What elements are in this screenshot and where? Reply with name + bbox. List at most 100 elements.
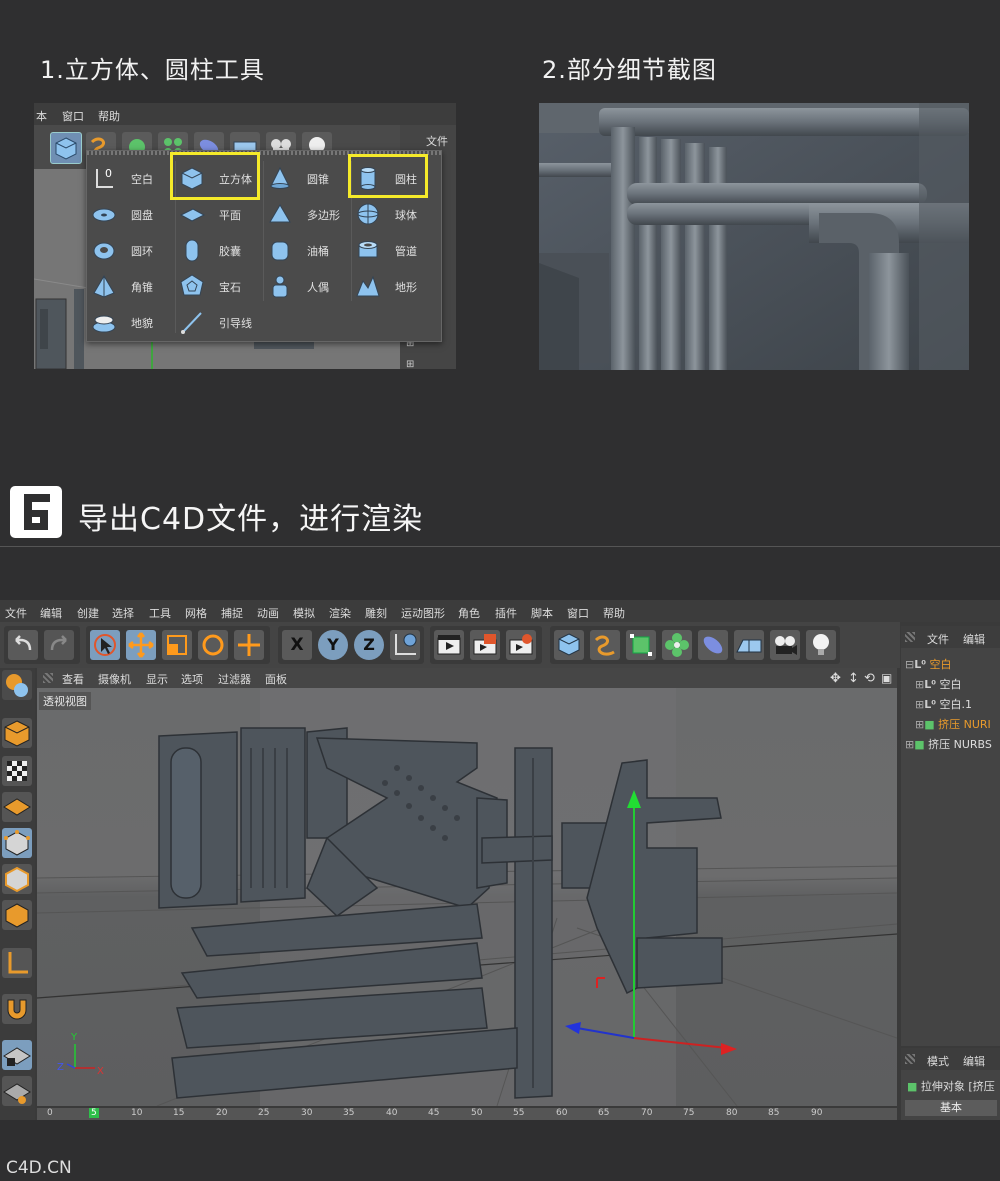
object-row[interactable]: ⊞L⁰ 空白.1 [915, 696, 972, 712]
scale-tool-icon[interactable] [162, 630, 192, 660]
menu-mograph[interactable]: 运动图形 [401, 605, 445, 621]
point-mode-icon[interactable] [2, 828, 32, 858]
panel-grip-icon[interactable] [905, 632, 915, 642]
menu-item-null[interactable]: 0 空白 [89, 161, 177, 195]
tree-expand-icon[interactable]: ⊞ [905, 738, 914, 751]
camera-object-icon[interactable] [770, 630, 800, 660]
menu-file[interactable]: 文件 [5, 605, 27, 621]
object-row[interactable]: ⊟L⁰ 空白 [905, 656, 952, 672]
viewport-rotate-icon[interactable]: ⟲ [864, 671, 875, 686]
menu-item-platonic[interactable]: 宝石 [177, 269, 265, 303]
object-tab-edit[interactable]: 编辑 [963, 631, 985, 647]
edge-mode-icon[interactable] [2, 864, 32, 894]
menu-item-pyramid[interactable]: 角锥 [89, 269, 177, 303]
cube-tool-icon[interactable] [50, 132, 82, 164]
menu-item-disc[interactable]: 圆盘 [89, 197, 177, 231]
viewport-zoom-icon[interactable]: ↕ [848, 671, 859, 686]
menu-item-relief[interactable]: 地貌 [89, 305, 177, 339]
move-tool-icon[interactable] [126, 630, 156, 660]
menu-item[interactable]: 本 [36, 108, 47, 124]
view-menu-panel[interactable]: 面板 [265, 671, 287, 687]
attr-tab-basic[interactable]: 基本 [905, 1100, 997, 1116]
menu-item-torus[interactable]: 圆环 [89, 233, 177, 267]
menu-item[interactable]: 帮助 [98, 108, 120, 124]
render-view-icon[interactable] [434, 630, 464, 660]
spline-object-icon[interactable] [590, 630, 620, 660]
rotate-tool-icon[interactable] [198, 630, 228, 660]
menu-item-tube[interactable]: 管道 [353, 233, 441, 267]
menu-script[interactable]: 脚本 [531, 605, 553, 621]
object-row[interactable]: ⊞L⁰ 空白 [915, 676, 962, 692]
object-tab-file[interactable]: 文件 [927, 631, 949, 647]
menu-character[interactable]: 角色 [458, 605, 480, 621]
polygon-mode-icon[interactable] [2, 900, 32, 930]
mograph-cloner-icon[interactable] [662, 630, 692, 660]
menu-item-polygon[interactable]: 多边形 [265, 197, 353, 231]
menu-tools[interactable]: 工具 [149, 605, 171, 621]
cube-object-icon[interactable] [554, 630, 584, 660]
menu-help[interactable]: 帮助 [603, 605, 625, 621]
x-axis-button[interactable]: X [282, 630, 312, 660]
timeline-ruler[interactable]: 0 5 10 15 20 25 30 35 40 45 50 55 60 65 … [37, 1108, 897, 1120]
menu-create[interactable]: 创建 [77, 605, 99, 621]
axis-mode-icon[interactable] [2, 948, 32, 978]
view-menu-filter[interactable]: 过滤器 [218, 671, 251, 687]
object-row[interactable]: ⊞■ 挤压 NURBS [905, 736, 992, 752]
menu-item-sphere[interactable]: 球体 [353, 197, 441, 231]
tree-expand-icon[interactable]: ⊟ [905, 658, 914, 671]
menu-mesh[interactable]: 网格 [185, 605, 207, 621]
snap-magnet-icon[interactable] [2, 994, 32, 1024]
attr-tab-edit[interactable]: 编辑 [963, 1053, 985, 1069]
select-tool-icon[interactable] [90, 630, 120, 660]
tree-expand-icon[interactable]: ⊞ [915, 678, 924, 691]
make-editable-icon[interactable] [2, 670, 32, 700]
menu-select[interactable]: 选择 [112, 605, 134, 621]
workplane-lock-icon[interactable] [2, 1040, 32, 1070]
timeline-current-frame[interactable]: 5 [89, 1108, 99, 1118]
menu-item-oil-tank[interactable]: 油桶 [265, 233, 353, 267]
view-menu-display[interactable]: 显示 [146, 671, 168, 687]
view-menu-view[interactable]: 查看 [62, 671, 84, 687]
workplane-mode-icon[interactable] [2, 792, 32, 822]
menu-item[interactable]: 窗口 [62, 108, 84, 124]
object-row[interactable]: ⊞■ 挤压 NURI [915, 716, 991, 732]
viewport-grip-icon[interactable] [43, 673, 53, 683]
panel-grip-icon[interactable] [905, 1054, 915, 1064]
menu-render[interactable]: 渲染 [329, 605, 351, 621]
menu-animate[interactable]: 动画 [257, 605, 279, 621]
menu-simulate[interactable]: 模拟 [293, 605, 315, 621]
redo-icon[interactable] [44, 630, 74, 660]
menu-snap[interactable]: 捕捉 [221, 605, 243, 621]
menu-edit[interactable]: 编辑 [40, 605, 62, 621]
world-coord-icon[interactable] [390, 630, 420, 660]
menu-plugins[interactable]: 插件 [495, 605, 517, 621]
menu-item-guide[interactable]: 引导线 [177, 305, 265, 339]
menu-sculpt[interactable]: 雕刻 [365, 605, 387, 621]
texture-mode-icon[interactable] [2, 756, 32, 786]
model-mode-icon[interactable] [2, 718, 32, 748]
deformer-object-icon[interactable] [698, 630, 728, 660]
menu-item-cone[interactable]: 圆锥 [265, 161, 353, 195]
tree-expand-icon[interactable]: ⊞ [915, 698, 924, 711]
menu-item-capsule[interactable]: 胶囊 [177, 233, 265, 267]
attr-tab-mode[interactable]: 模式 [927, 1053, 949, 1069]
undo-icon[interactable] [8, 630, 38, 660]
file-tab[interactable]: 文件 [426, 133, 448, 149]
render-picture-viewer-icon[interactable] [470, 630, 500, 660]
planar-workplane-icon[interactable] [2, 1076, 32, 1106]
viewport-move-icon[interactable]: ✥ [830, 671, 841, 686]
nurbs-object-icon[interactable] [626, 630, 656, 660]
light-object-icon[interactable] [806, 630, 836, 660]
perspective-viewport[interactable]: Y X Z 透视视图 [37, 688, 897, 1106]
viewport-maximize-icon[interactable]: ▣ [881, 671, 892, 685]
z-axis-button[interactable]: Z [354, 630, 384, 660]
tree-expand-icon[interactable]: ⊞ [915, 718, 924, 731]
menu-item-landscape[interactable]: 地形 [353, 269, 441, 303]
menu-item-plane[interactable]: 平面 [177, 197, 265, 231]
menu-window[interactable]: 窗口 [567, 605, 589, 621]
floor-object-icon[interactable] [734, 630, 764, 660]
menu-item-figure[interactable]: 人偶 [265, 269, 353, 303]
live-select-icon[interactable] [234, 630, 264, 660]
render-settings-icon[interactable] [506, 630, 536, 660]
y-axis-button[interactable]: Y [318, 630, 348, 660]
